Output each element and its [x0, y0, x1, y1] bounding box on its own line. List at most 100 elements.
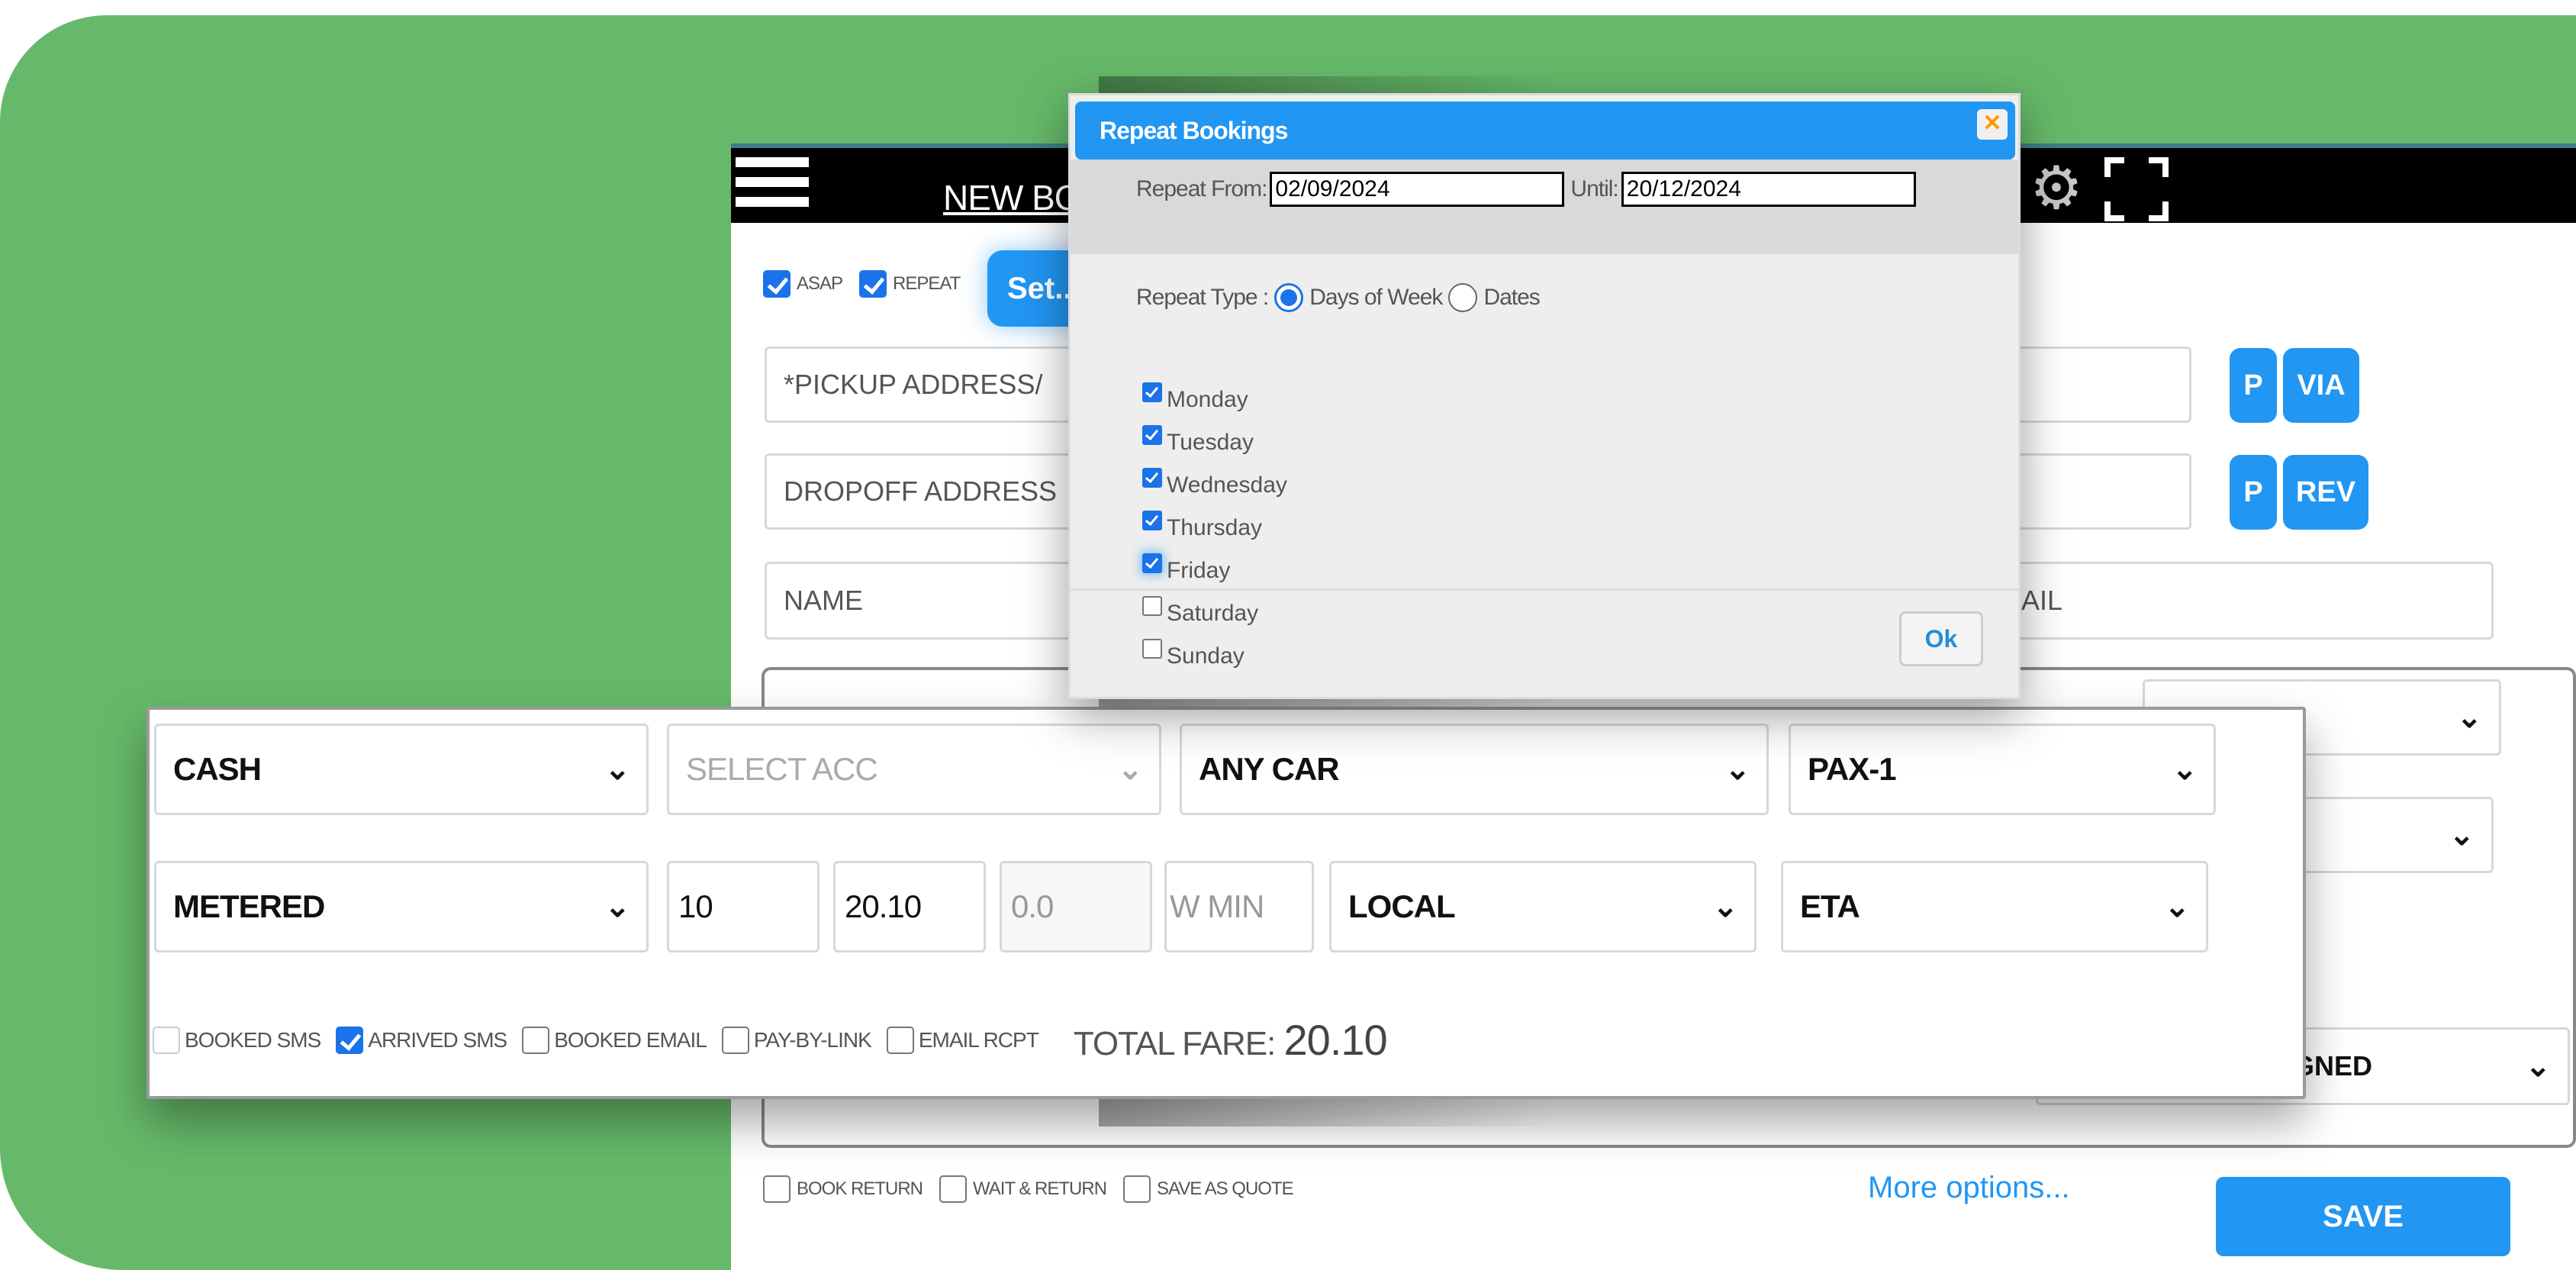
day-item: Wednesday: [1142, 456, 1287, 498]
account-select[interactable]: SELECT ACC ⌄: [667, 724, 1161, 815]
dates-label: Dates: [1483, 285, 1540, 310]
booked-email-checkbox[interactable]: [522, 1026, 550, 1054]
day-label: Wednesday: [1167, 472, 1287, 498]
rev-button[interactable]: REV: [2283, 455, 2368, 530]
chevron-down-icon: ⌄: [604, 890, 630, 923]
day-label: Friday: [1167, 558, 1231, 583]
gear-icon[interactable]: ⚙: [2030, 156, 2094, 220]
repeat-bookings-dialog: Repeat Bookings ✕ Repeat From: 02/09/202…: [1068, 93, 2021, 699]
asap-checkbox[interactable]: [763, 270, 791, 298]
pay-by-link-checkbox[interactable]: [721, 1026, 749, 1054]
repeat-range: Repeat From: 02/09/2024 Until: 20/12/202…: [1136, 172, 1916, 207]
chevron-down-icon: ⌄: [2525, 1049, 2551, 1083]
save-button[interactable]: SAVE: [2216, 1177, 2510, 1256]
fare-field-1[interactable]: 10: [667, 861, 819, 952]
notification-options: BOOKED SMS ARRIVED SMS BOOKED EMAIL PAY-…: [153, 1015, 1388, 1065]
payment-type-value: CASH: [173, 751, 262, 787]
day-item: Thursday: [1142, 498, 1287, 541]
email-input[interactable]: EMAIL: [1975, 562, 2494, 640]
total-fare: TOTAL FARE: 20.10: [1073, 1015, 1388, 1065]
booked-sms-label: BOOKED SMS: [185, 1027, 321, 1052]
wednesday-checkbox[interactable]: [1142, 468, 1162, 488]
dialog-divider: [1071, 588, 2018, 591]
chevron-down-icon: ⌄: [1117, 753, 1143, 786]
total-fare-value: 20.10: [1283, 1016, 1388, 1064]
chevron-down-icon: ⌄: [1724, 753, 1750, 786]
chevron-down-icon: ⌄: [2456, 701, 2482, 734]
email-receipt-checkbox[interactable]: [886, 1026, 914, 1054]
chevron-down-icon: ⌄: [1712, 890, 1738, 923]
payment-type-select[interactable]: CASH ⌄: [154, 724, 649, 815]
hamburger-icon[interactable]: [736, 157, 809, 212]
dropoff-p-button[interactable]: P: [2230, 455, 2277, 530]
arrived-sms-label: ARRIVED SMS: [368, 1027, 507, 1052]
repeat-type: Repeat Type : Days of Week Dates: [1136, 283, 1541, 312]
day-label: Sunday: [1167, 643, 1245, 669]
thursday-checkbox[interactable]: [1142, 511, 1162, 530]
repeat-label: REPEAT: [893, 273, 961, 294]
save-as-quote-checkbox[interactable]: [1123, 1175, 1151, 1203]
account-value: SELECT ACC: [686, 751, 878, 787]
save-as-quote-label: SAVE AS QUOTE: [1157, 1178, 1294, 1199]
more-options-link[interactable]: More options...: [1868, 1171, 2070, 1205]
passengers-select[interactable]: PAX-1 ⌄: [1789, 724, 2216, 815]
chevron-down-icon: ⌄: [604, 753, 630, 786]
via-button[interactable]: VIA: [2283, 348, 2359, 423]
booked-email-label: BOOKED EMAIL: [554, 1027, 707, 1052]
time-type-select[interactable]: ETA ⌄: [1781, 861, 2208, 952]
wait-return-checkbox[interactable]: [939, 1175, 968, 1203]
day-item: Sunday: [1142, 627, 1287, 669]
asap-label: ASAP: [797, 273, 843, 294]
day-item: Tuesday: [1142, 413, 1287, 456]
pay-by-link-label: PAY-BY-LINK: [753, 1027, 872, 1052]
friday-checkbox[interactable]: [1142, 553, 1162, 573]
repeat-from-label: Repeat From:: [1136, 176, 1267, 201]
bottom-options: BOOK RETURN WAIT & RETURN SAVE AS QUOTE: [763, 1175, 1304, 1203]
book-return-checkbox[interactable]: [763, 1175, 791, 1203]
car-type-select[interactable]: ANY CAR ⌄: [1180, 724, 1769, 815]
chevron-down-icon: ⌄: [2164, 890, 2190, 923]
fare-type-select[interactable]: METERED ⌄: [154, 861, 649, 952]
dialog-title: Repeat Bookings: [1100, 117, 1288, 144]
day-label: Monday: [1167, 387, 1248, 412]
day-item: Monday: [1142, 370, 1287, 413]
ok-button[interactable]: Ok: [1899, 611, 1983, 666]
book-return-label: BOOK RETURN: [797, 1178, 923, 1199]
dialog-title-bar[interactable]: Repeat Bookings: [1075, 102, 2015, 160]
repeat-type-label: Repeat Type :: [1136, 285, 1269, 310]
wait-min-input[interactable]: W MIN: [1164, 861, 1314, 952]
chevron-down-icon: ⌄: [2172, 753, 2198, 786]
payment-panel: CASH ⌄ SELECT ACC ⌄ ANY CAR ⌄ PAX-1 ⌄ ME…: [147, 707, 2306, 1099]
arrived-sms-checkbox[interactable]: [336, 1026, 364, 1054]
extra-input[interactable]: 0.0: [1000, 861, 1152, 952]
booked-sms-checkbox[interactable]: [153, 1026, 180, 1054]
total-fare-label: TOTAL FARE:: [1073, 1025, 1276, 1062]
booking-options: ASAP REPEAT: [763, 270, 971, 298]
fullscreen-icon[interactable]: [2104, 157, 2169, 221]
day-item: Friday: [1142, 541, 1287, 584]
zone-select[interactable]: LOCAL ⌄: [1329, 861, 1757, 952]
days-of-week-label: Days of Week: [1309, 285, 1443, 310]
day-label: Saturday: [1167, 601, 1259, 626]
close-icon[interactable]: ✕: [1977, 109, 2008, 140]
fare-input[interactable]: 20.10: [833, 861, 986, 952]
car-type-value: ANY CAR: [1199, 751, 1340, 787]
zone-value: LOCAL: [1348, 888, 1456, 924]
saturday-checkbox[interactable]: [1142, 596, 1162, 616]
pickup-p-button[interactable]: P: [2230, 348, 2277, 423]
days-list: Monday Tuesday Wednesday Thursday Friday…: [1142, 370, 1287, 669]
day-label: Thursday: [1167, 515, 1263, 540]
chevron-down-icon: ⌄: [2449, 818, 2475, 852]
until-input[interactable]: 20/12/2024: [1621, 172, 1916, 207]
day-label: Tuesday: [1167, 430, 1254, 455]
dates-radio[interactable]: [1448, 283, 1478, 312]
sunday-checkbox[interactable]: [1142, 639, 1162, 659]
days-of-week-radio[interactable]: [1274, 283, 1304, 312]
repeat-from-input[interactable]: 02/09/2024: [1270, 172, 1565, 207]
email-receipt-label: EMAIL RCPT: [918, 1027, 1039, 1052]
passengers-value: PAX-1: [1808, 751, 1897, 787]
tuesday-checkbox[interactable]: [1142, 425, 1162, 445]
repeat-checkbox[interactable]: [859, 270, 887, 298]
until-label: Until:: [1570, 176, 1618, 201]
monday-checkbox[interactable]: [1142, 382, 1162, 402]
